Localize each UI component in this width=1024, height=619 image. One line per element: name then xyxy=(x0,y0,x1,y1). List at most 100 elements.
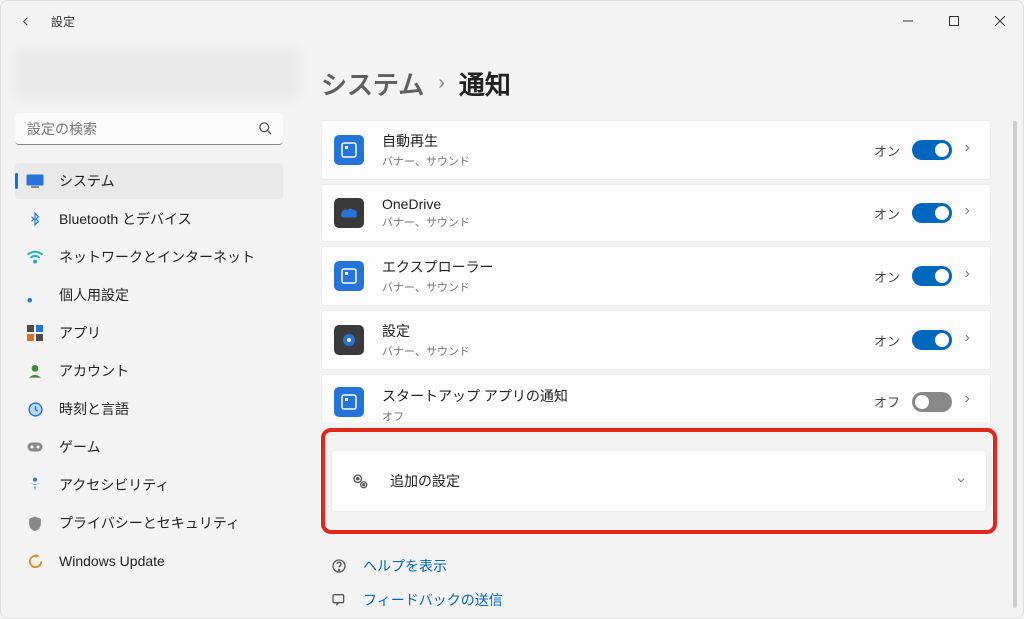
chevron-right-icon xyxy=(962,204,972,223)
toggle-state-label: オン xyxy=(874,267,900,286)
chevron-right-icon xyxy=(962,141,972,160)
sidebar-item-label: Windows Update xyxy=(59,553,165,569)
sidebar-item-gaming[interactable]: ゲーム xyxy=(15,429,283,465)
breadcrumb: システム › 通知 xyxy=(321,65,1011,102)
gamepad-icon xyxy=(25,437,45,457)
search-icon xyxy=(258,121,273,141)
toggle-state-label: オフ xyxy=(874,392,900,411)
shield-icon xyxy=(25,513,45,533)
nav-list: システム Bluetooth とデバイス ネットワークとインターネット 個人用設… xyxy=(15,163,299,579)
toggle-switch[interactable] xyxy=(912,330,952,350)
app-subtitle: バナー、サウンド xyxy=(382,279,874,295)
bluetooth-icon xyxy=(25,209,45,229)
maximize-icon xyxy=(949,16,959,26)
app-subtitle: オフ xyxy=(382,408,874,423)
feedback-label: フィードバックの送信 xyxy=(363,590,503,610)
search-box xyxy=(15,113,283,145)
wifi-icon xyxy=(25,247,45,267)
feedback-link[interactable]: フィードバックの送信 xyxy=(331,590,1011,610)
back-button[interactable] xyxy=(9,5,41,37)
sidebar-item-label: ネットワークとインターネット xyxy=(59,247,255,267)
sidebar-item-personalization[interactable]: 個人用設定 xyxy=(15,277,283,313)
chevron-right-icon xyxy=(962,392,972,411)
chevron-right-icon xyxy=(962,331,972,350)
minimize-button[interactable] xyxy=(885,5,931,37)
app-icon xyxy=(334,261,364,291)
sidebar-item-label: 個人用設定 xyxy=(59,285,129,305)
profile-area[interactable] xyxy=(15,49,299,99)
sidebar-item-label: Bluetooth とデバイス xyxy=(59,209,192,229)
sidebar-item-label: アクセシビリティ xyxy=(59,475,169,495)
breadcrumb-separator: › xyxy=(438,72,445,95)
app-title: 自動再生 xyxy=(382,131,874,151)
toggle-switch[interactable] xyxy=(912,266,952,286)
toggle-switch[interactable] xyxy=(912,392,952,412)
app-icon xyxy=(334,135,364,165)
app-subtitle: バナー、サウンド xyxy=(382,214,874,230)
help-icon xyxy=(331,558,349,574)
breadcrumb-parent[interactable]: システム xyxy=(321,65,424,102)
app-row-settings[interactable]: 設定 バナー、サウンド オン xyxy=(321,310,991,370)
caption-buttons xyxy=(885,5,1023,37)
chevron-right-icon xyxy=(962,267,972,286)
app-title: エクスプローラー xyxy=(382,257,874,277)
toggle-switch[interactable] xyxy=(912,203,952,223)
app-title: 設定 xyxy=(382,321,874,341)
sidebar: システム Bluetooth とデバイス ネットワークとインターネット 個人用設… xyxy=(1,41,299,618)
chevron-down-icon xyxy=(954,472,968,490)
app-icon xyxy=(334,387,364,417)
app-icon xyxy=(334,325,364,355)
sidebar-item-accessibility[interactable]: アクセシビリティ xyxy=(15,467,283,503)
app-row-autoplay[interactable]: 自動再生 バナー、サウンド オン xyxy=(321,120,991,180)
clock-icon xyxy=(25,399,45,419)
maximize-button[interactable] xyxy=(931,5,977,37)
app-title: OneDrive xyxy=(382,196,874,212)
sidebar-item-privacy[interactable]: プライバシーとセキュリティ xyxy=(15,505,283,541)
sidebar-item-label: アプリ xyxy=(59,323,101,343)
sidebar-item-apps[interactable]: アプリ xyxy=(15,315,283,351)
app-title: スタートアップ アプリの通知 xyxy=(382,386,874,406)
page-title: 通知 xyxy=(459,65,511,102)
title-bar: 設定 xyxy=(1,1,1023,41)
person-icon xyxy=(25,361,45,381)
app-row-startup[interactable]: スタートアップ アプリの通知 オフ オフ xyxy=(321,374,991,422)
sidebar-item-label: 時刻と言語 xyxy=(59,399,129,419)
app-icon xyxy=(334,198,364,228)
minimize-icon xyxy=(903,16,913,26)
help-link[interactable]: ヘルプを表示 xyxy=(331,556,1011,576)
app-subtitle: バナー、サウンド xyxy=(382,153,874,169)
toggle-state-label: オン xyxy=(874,141,900,160)
sidebar-item-label: システム xyxy=(59,171,115,191)
app-row-onedrive[interactable]: OneDrive バナー、サウンド オン xyxy=(321,184,991,242)
close-icon xyxy=(995,16,1005,26)
toggle-switch[interactable] xyxy=(912,140,952,160)
main-content: システム › 通知 自動再生 バナー、サウンド オン OneDrive バナー、… xyxy=(299,41,1023,618)
update-icon xyxy=(25,551,45,571)
arrow-left-icon xyxy=(18,14,33,29)
highlighted-section: 追加の設定 xyxy=(321,428,997,534)
sidebar-item-bluetooth[interactable]: Bluetooth とデバイス xyxy=(15,201,283,237)
brush-icon xyxy=(25,285,45,305)
search-input[interactable] xyxy=(15,113,283,145)
close-button[interactable] xyxy=(977,5,1023,37)
sidebar-item-network[interactable]: ネットワークとインターネット xyxy=(15,239,283,275)
gear-icon xyxy=(350,471,370,491)
display-icon xyxy=(25,171,45,191)
sidebar-item-label: プライバシーとセキュリティ xyxy=(59,513,240,533)
sidebar-item-system[interactable]: システム xyxy=(15,163,283,199)
accessibility-icon xyxy=(25,475,45,495)
help-label: ヘルプを表示 xyxy=(363,556,447,576)
sidebar-item-label: ゲーム xyxy=(59,437,101,457)
app-row-explorer[interactable]: エクスプローラー バナー、サウンド オン xyxy=(321,246,991,306)
toggle-state-label: オン xyxy=(874,331,900,350)
sidebar-item-accounts[interactable]: アカウント xyxy=(15,353,283,389)
toggle-state-label: オン xyxy=(874,204,900,223)
sidebar-item-label: アカウント xyxy=(59,361,129,381)
sidebar-item-update[interactable]: Windows Update xyxy=(15,543,283,579)
window-title: 設定 xyxy=(51,13,885,30)
sidebar-item-time[interactable]: 時刻と言語 xyxy=(15,391,283,427)
apps-icon xyxy=(25,323,45,343)
scrollbar[interactable] xyxy=(1013,121,1017,608)
additional-settings-expander[interactable]: 追加の設定 xyxy=(331,450,987,512)
feedback-icon xyxy=(331,592,349,608)
